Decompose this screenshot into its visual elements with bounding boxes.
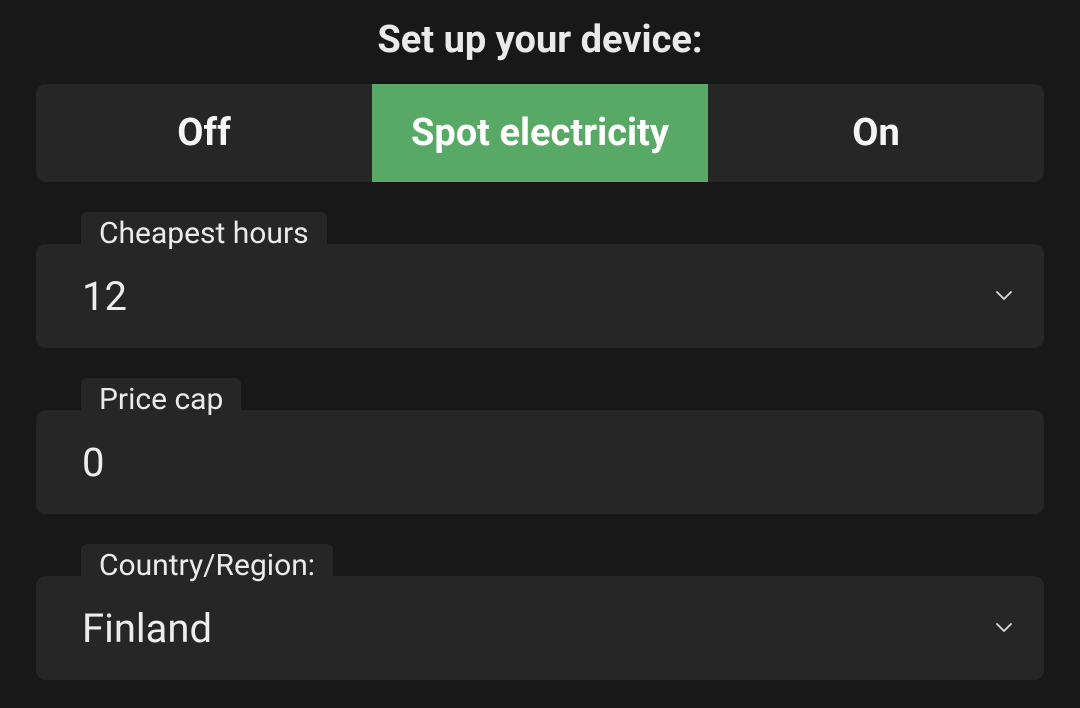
cheapest-hours-select[interactable]: 12 [36, 244, 1044, 348]
country-region-field: Country/Region: Finland [36, 576, 1044, 680]
price-cap-input[interactable]: 0 [36, 410, 1044, 514]
segment-off-label: Off [177, 111, 230, 155]
country-region-label: Country/Region: [81, 544, 333, 589]
price-cap-field: Price cap 0 [36, 410, 1044, 514]
mode-segmented-control[interactable]: Off Spot electricity On [36, 84, 1044, 182]
page-title: Set up your device: [36, 18, 1044, 62]
price-cap-value: 0 [82, 439, 104, 486]
cheapest-hours-field: Cheapest hours 12 [36, 244, 1044, 348]
segment-spot-label: Spot electricity [411, 111, 669, 155]
segment-off[interactable]: Off [36, 84, 372, 182]
country-region-select[interactable]: Finland [36, 576, 1044, 680]
price-cap-label: Price cap [81, 378, 241, 423]
chevron-down-icon [996, 291, 1012, 301]
segment-on-label: On [852, 111, 900, 155]
segment-spot-electricity[interactable]: Spot electricity [372, 84, 708, 182]
chevron-down-icon [996, 623, 1012, 633]
cheapest-hours-label: Cheapest hours [81, 212, 327, 257]
country-region-value: Finland [82, 605, 212, 652]
segment-on[interactable]: On [708, 84, 1044, 182]
cheapest-hours-value: 12 [82, 273, 127, 320]
